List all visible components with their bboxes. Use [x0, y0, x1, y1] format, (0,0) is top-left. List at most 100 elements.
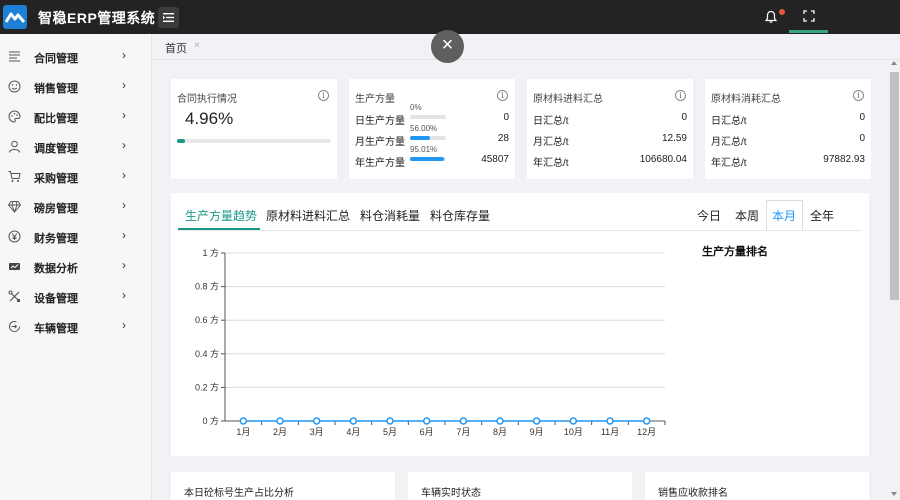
card-title: 车辆实时状态: [421, 488, 481, 499]
sidebar-item-label: 销售管理: [34, 83, 78, 95]
info-icon[interactable]: i: [497, 90, 508, 101]
cart-icon: [8, 171, 21, 182]
menu-fold-icon: [163, 13, 174, 22]
period-month[interactable]: 本月: [772, 207, 796, 224]
sidebar-item-finance[interactable]: 财务管理 ›: [0, 222, 152, 252]
card-title: 生产方量: [355, 94, 395, 105]
data-point: [459, 417, 468, 425]
monthly-label: 月汇总/t: [533, 137, 569, 148]
bell-icon[interactable]: [764, 10, 778, 24]
yearly-progress: [410, 157, 446, 161]
app-title: 智稳ERP管理系统: [38, 10, 156, 26]
card-title: 原材料消耗汇总: [711, 94, 781, 105]
chevron-right-icon: ›: [122, 198, 126, 212]
yen-icon: [8, 230, 21, 243]
tab-silo-consumption[interactable]: 料仓消耗量: [360, 207, 420, 224]
chevron-right-icon: ›: [122, 138, 126, 152]
x-tick-label: 10月: [564, 427, 583, 437]
y-tick-label: 0 方: [202, 415, 219, 426]
chevron-right-icon: ›: [122, 48, 126, 62]
card-title: 原材料进料汇总: [533, 94, 603, 105]
period-year[interactable]: 全年: [810, 207, 834, 224]
card-title: 本日砼标号生产占比分析: [184, 488, 294, 499]
active-tab-indicator: [178, 228, 260, 230]
y-tick-label: 0.8 方: [195, 281, 219, 292]
sidebar-item-vehicle[interactable]: 车辆管理 ›: [0, 312, 152, 342]
yearly-label: 年汇总/t: [533, 158, 569, 169]
chevron-right-icon: ›: [122, 228, 126, 242]
sidebar-item-weighbridge[interactable]: 磅房管理 ›: [0, 192, 152, 222]
scrollbar[interactable]: [889, 60, 900, 500]
sidebar-item-sales[interactable]: 销售管理 ›: [0, 72, 152, 102]
x-tick-label: 12月: [637, 427, 656, 437]
tab-close-icon[interactable]: ×: [194, 40, 200, 51]
expand-icon[interactable]: [803, 10, 815, 22]
yearly-label: 年生产方量: [355, 158, 405, 169]
y-tick-label: 1 方: [202, 247, 219, 258]
data-point: [312, 417, 321, 425]
sidebar-item-contract[interactable]: 合同管理 ›: [0, 42, 152, 72]
info-icon[interactable]: i: [853, 90, 864, 101]
x-tick-label: 11月: [601, 427, 619, 437]
sidebar-item-equipment[interactable]: 设备管理 ›: [0, 282, 152, 312]
x-tick-label: 1月: [236, 427, 250, 437]
sidebar-item-label: 设备管理: [34, 293, 78, 305]
ranking-title: 生产方量排名: [702, 246, 768, 258]
period-today[interactable]: 今日: [697, 207, 721, 224]
close-button[interactable]: ×: [431, 30, 464, 63]
tab-silo-stock[interactable]: 料仓库存量: [430, 207, 490, 224]
yearly-progress-fill: [410, 157, 445, 161]
scroll-up-arrow-icon[interactable]: [891, 61, 897, 65]
daily-label: 日汇总/t: [711, 116, 747, 127]
card-receivables-ranking: 销售应收款排名: [645, 472, 869, 500]
info-icon[interactable]: i: [318, 90, 329, 101]
monthly-value: 28: [497, 133, 509, 144]
scroll-down-arrow-icon[interactable]: [891, 492, 897, 496]
smile-icon: [8, 80, 21, 93]
chevron-right-icon: ›: [122, 108, 126, 122]
tab-home[interactable]: 首页: [165, 40, 187, 56]
vehicle-icon: [9, 320, 20, 332]
sidebar-item-analysis[interactable]: 数据分析 ›: [0, 252, 152, 282]
yearly-value: 45807: [481, 154, 509, 165]
data-point: [276, 417, 284, 425]
chevron-right-icon: ›: [122, 288, 126, 302]
monthly-progress-fill: [410, 136, 431, 140]
menu-toggle-button[interactable]: [158, 7, 179, 28]
yearly-value: 97882.93: [823, 154, 865, 165]
period-week[interactable]: 本周: [735, 207, 759, 224]
card-contract: 合同执行情况 i 4.96%: [171, 79, 337, 179]
sidebar-item-mix[interactable]: 配比管理 ›: [0, 102, 152, 132]
scroll-thumb[interactable]: [890, 72, 899, 300]
x-tick-label: 8月: [493, 427, 507, 437]
x-tick-label: 5月: [383, 427, 397, 437]
info-icon[interactable]: i: [675, 90, 686, 101]
card-title: 合同执行情况: [177, 94, 237, 105]
chart-icon: [9, 263, 20, 270]
tab-production-trend[interactable]: 生产方量趋势: [185, 207, 257, 224]
sidebar-item-purchase[interactable]: 采购管理 ›: [0, 162, 152, 192]
monthly-value: 12.59: [661, 133, 687, 144]
contract-progress-fill: [177, 139, 185, 143]
top-bar: 智稳ERP管理系统: [0, 0, 900, 34]
tab-strip: 首页 ×: [152, 34, 900, 60]
sidebar-item-label: 配比管理: [34, 113, 78, 125]
sidebar: 合同管理 › 销售管理 › 配比管理 › 调度管理 › 采购管理 › 磅房管理 …: [0, 34, 152, 500]
monthly-pct: 56.00%: [410, 124, 438, 133]
data-point: [532, 417, 541, 425]
data-point: [496, 417, 504, 425]
chevron-right-icon: ›: [122, 78, 126, 92]
chevron-right-icon: ›: [122, 318, 126, 332]
card-raw-in: 原材料进料汇总 i 日汇总/t 0 月汇总/t 12.59 年汇总/t 1066…: [527, 79, 693, 179]
yearly-value: 106680.04: [639, 154, 687, 165]
y-tick-label: 0.6 方: [195, 314, 219, 325]
sidebar-item-label: 磅房管理: [34, 203, 78, 215]
sidebar-item-label: 车辆管理: [34, 323, 78, 335]
sidebar-item-dispatch[interactable]: 调度管理 ›: [0, 132, 152, 162]
monthly-progress: [410, 136, 446, 140]
daily-value: 0: [681, 112, 687, 123]
yearly-pct: 95.01%: [410, 145, 438, 154]
header-active-indicator: [789, 30, 828, 33]
user-icon: [9, 140, 20, 153]
tab-raw-material-in[interactable]: 原材料进料汇总: [266, 207, 350, 224]
